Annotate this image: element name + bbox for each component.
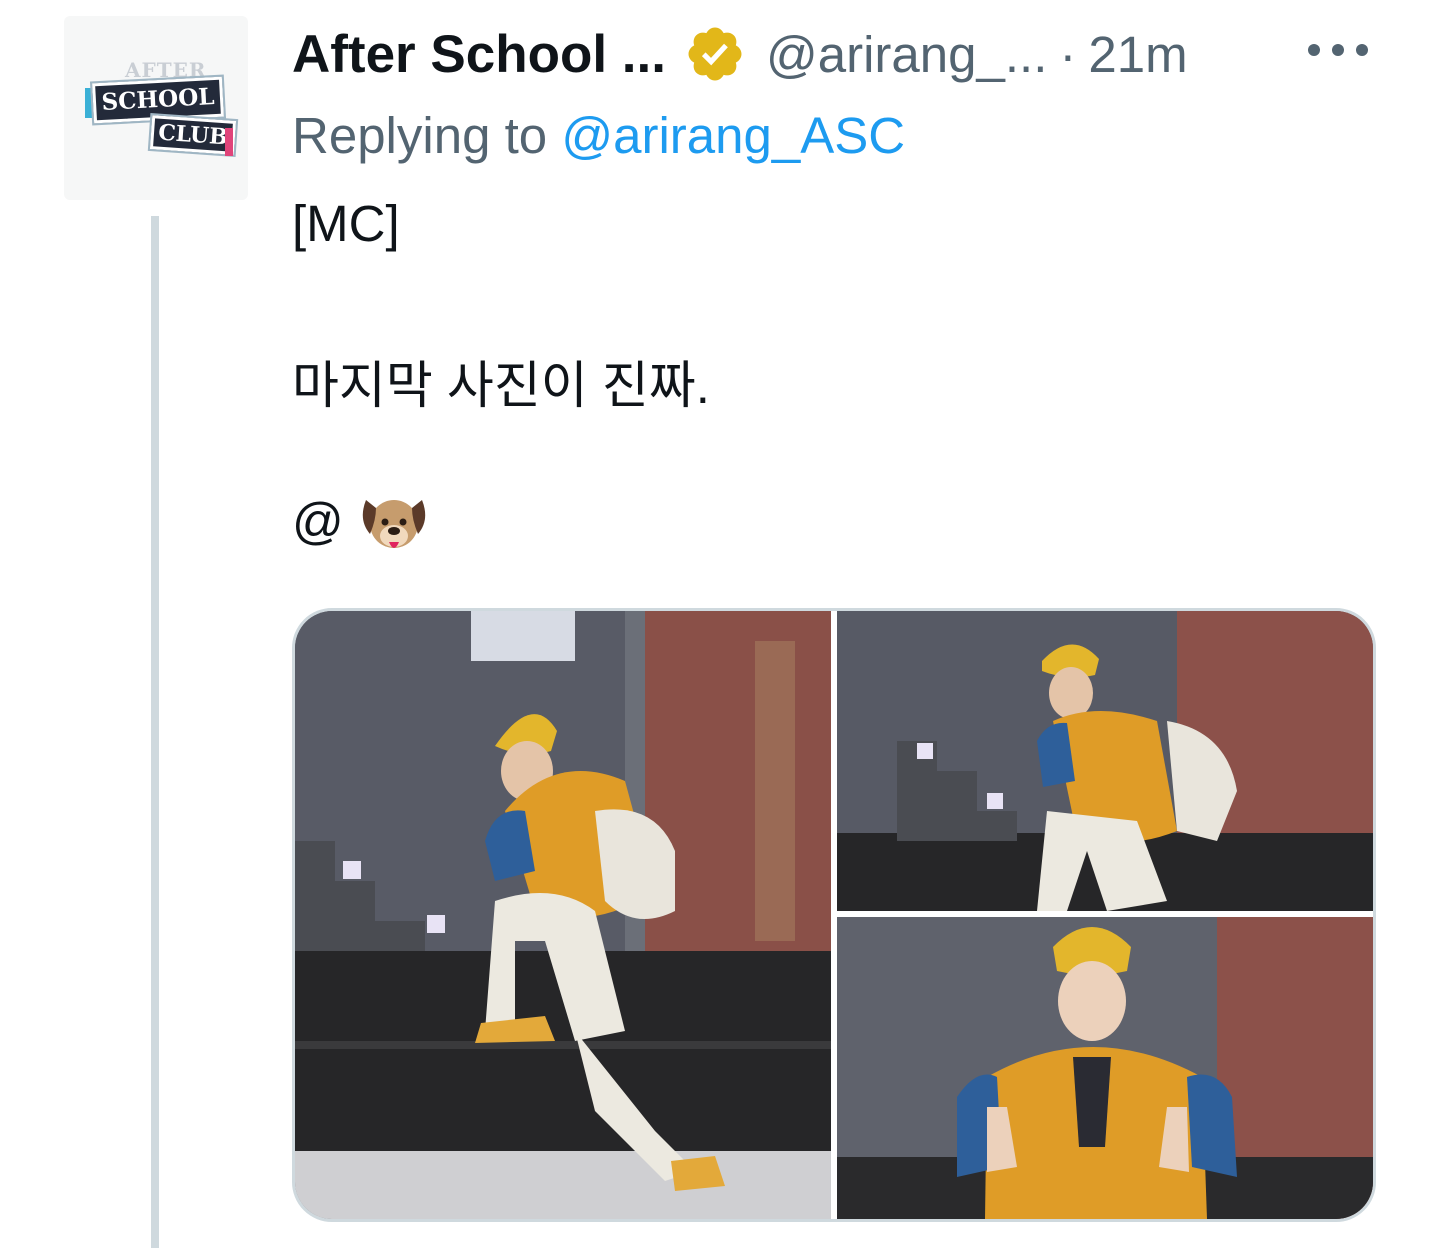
more-options-icon[interactable] — [1308, 30, 1368, 70]
logo-stripe — [225, 128, 233, 156]
separator-dot: · — [1059, 25, 1077, 83]
media-photo-3[interactable] — [837, 917, 1373, 1219]
logo-text-bottom: CLUB — [147, 112, 239, 158]
tweet-media-grid — [292, 608, 1376, 1222]
tweet-header: After School ... @arirang_... · 21m — [292, 22, 1382, 86]
author-name[interactable]: After School ... — [292, 24, 666, 85]
at-sign: @ — [292, 492, 344, 550]
media-photo-1[interactable] — [295, 611, 831, 1219]
tweet-text-line-3: @ — [292, 490, 430, 560]
tweet[interactable]: AFTER SCHOOL CLUB After School ... @arir… — [0, 0, 1440, 1248]
tweet-timestamp[interactable]: 21m — [1088, 25, 1187, 84]
replying-prefix: Replying to — [292, 107, 562, 164]
replying-to: Replying to @arirang_ASC — [292, 106, 905, 165]
avatar[interactable]: AFTER SCHOOL CLUB — [64, 16, 248, 200]
thread-line — [151, 216, 159, 1248]
replying-handle-link[interactable]: @arirang_ASC — [561, 107, 905, 164]
media-photo-2[interactable] — [837, 611, 1373, 911]
tweet-text-line-1: [MC] — [292, 195, 400, 252]
tweet-text-line-2: 마지막 사진이 진짜. — [292, 357, 710, 414]
after-school-club-logo: AFTER SCHOOL CLUB — [81, 58, 239, 158]
author-handle[interactable]: @arirang_... — [766, 25, 1047, 84]
verified-badge-icon[interactable] — [684, 23, 746, 85]
dog-face-icon — [362, 500, 425, 548]
